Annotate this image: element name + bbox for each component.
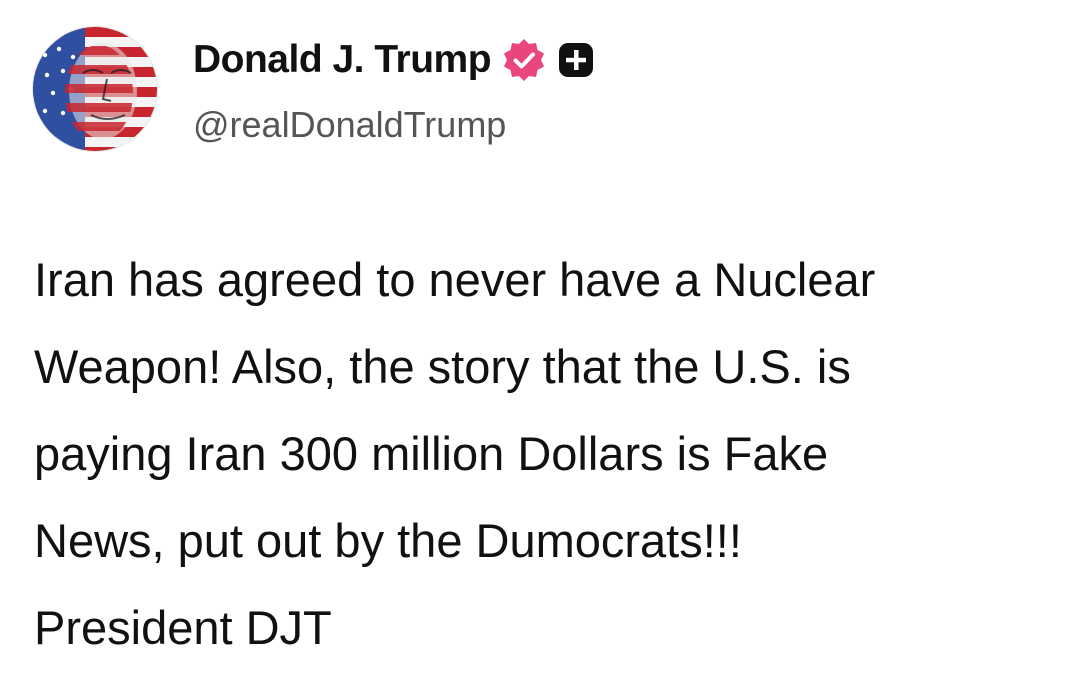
flag-portrait-avatar [33,27,157,151]
display-name[interactable]: Donald J. Trump [193,38,492,82]
post-body-line: Iran has agreed to never have a Nuclear [34,253,876,306]
post-body-line: paying Iran 300 million Dollars is Fake [34,427,829,480]
post-card: Donald J. Trump @realDonaldTrump Iran ha… [0,0,1080,681]
verified-badge-icon [501,37,547,83]
post-body-line: Weapon! Also, the story that the U.S. is [34,340,851,393]
avatar[interactable] [33,27,157,151]
post-body: Iran has agreed to never have a Nuclear … [34,236,1064,671]
plus-badge-icon [557,41,595,79]
post-body-line: President DJT [34,601,332,654]
user-handle[interactable]: @realDonaldTrump [193,104,506,146]
author-row: Donald J. Trump [193,34,595,86]
post-body-line: News, put out by the Dumocrats!!! [34,514,742,567]
